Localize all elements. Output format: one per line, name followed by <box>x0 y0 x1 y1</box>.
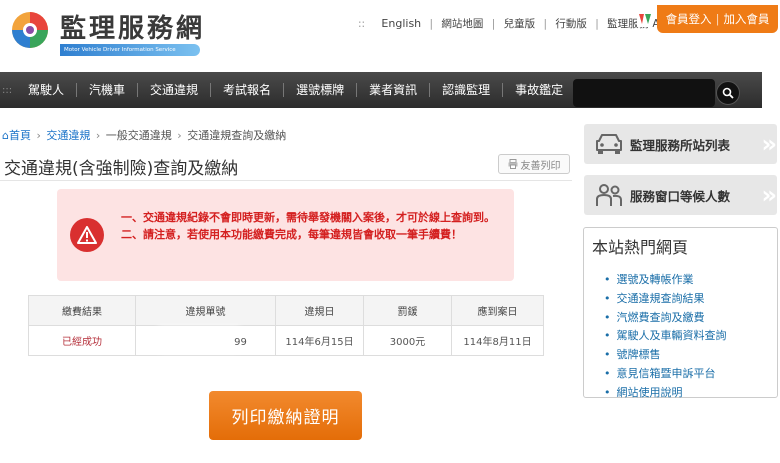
breadcrumb-current: 交通違規查詢及繳納 <box>187 129 287 142</box>
nav-item-exam[interactable]: 考試報名 <box>211 83 285 97</box>
link-mobile[interactable]: 行動版 <box>555 18 587 30</box>
hot-link-plate-auction[interactable]: 號牌標售 <box>604 346 777 365</box>
cell-payment-result: 已經成功 <box>28 325 136 356</box>
col-payment-result: 繳費結果 <box>28 295 136 326</box>
home-icon[interactable]: ⌂ <box>2 129 9 142</box>
warning-text: 一、交通違規紀錄不會即時更新，需待舉發機關入案後，才可於線上查詢到。 二、請注意… <box>121 209 506 243</box>
member-login-button[interactable]: 會員登入 <box>666 11 712 27</box>
warning-line-2: 二、請注意，若使用本功能繳費完成，每筆違規皆會收取一筆手續費！ <box>121 228 462 241</box>
chevron-right-icon: » <box>761 130 776 158</box>
title-divider <box>0 180 572 181</box>
car-icon <box>596 134 622 154</box>
hot-pages-list: 選號及轉帳作業 交通違規查詢結果 汽燃費查詢及繳費 駕駛人及車輛資料查詢 號牌標… <box>604 271 777 403</box>
cell-due-date: 114年8月11日 <box>451 325 544 356</box>
chevron-right-icon: » <box>761 181 776 209</box>
breadcrumb: ⌂首頁 › 交通違規 › 一般交通違規 › 交通違規查詢及繳納 <box>2 129 287 142</box>
grip-icon: :: <box>358 18 366 30</box>
queue-count-label: 服務窗口等候人數 <box>630 188 731 204</box>
search-icon <box>722 87 734 99</box>
table-header-row: 繳費結果 違規單號 違規日 罰鍰 應到案日 <box>28 295 544 326</box>
warning-icon <box>70 218 104 252</box>
hot-link-plate-selection[interactable]: 選號及轉帳作業 <box>604 271 777 290</box>
link-english[interactable]: English <box>381 17 421 30</box>
cell-ticket-number: 99 <box>135 325 276 356</box>
search-input[interactable] <box>573 79 715 107</box>
hot-link-violation-result[interactable]: 交通違規查詢結果 <box>604 290 777 309</box>
col-violation-date: 違規日 <box>275 295 364 326</box>
payment-result-table: 繳費結果 違規單號 違規日 罰鍰 應到案日 已經成功 99 114年6月15日 … <box>28 295 544 356</box>
breadcrumb-violation[interactable]: 交通違規 <box>46 129 90 142</box>
warning-line-1: 一、交通違規紀錄不會即時更新，需待舉發機關入案後，才可於線上查詢到。 <box>121 211 495 224</box>
page-title: 交通違規(含強制險)查詢及繳納 <box>4 159 239 179</box>
nav-item-plate[interactable]: 選號標牌 <box>284 83 358 97</box>
member-bar: 會員登入 | 加入會員 <box>657 5 778 33</box>
nav-item-about[interactable]: 認識監理 <box>430 83 504 97</box>
nav-item-violation[interactable]: 交通違規 <box>138 83 212 97</box>
hot-link-feedback[interactable]: 意見信箱暨申訴平台 <box>604 365 777 384</box>
join-member-button[interactable]: 加入會員 <box>723 11 769 27</box>
site-header: 監理服務網 Motor Vehicle Driver Information S… <box>0 0 780 70</box>
brand-subtitle: Motor Vehicle Driver Information Service <box>60 44 200 56</box>
hot-link-driver-vehicle-data[interactable]: 駕駛人及車輛資料查詢 <box>604 327 777 346</box>
printer-icon <box>508 159 517 169</box>
nav-item-vehicle[interactable]: 汽機車 <box>77 83 139 97</box>
queue-count-button[interactable]: 服務窗口等候人數 » <box>584 175 777 215</box>
hot-pages-title: 本站熱門網頁 <box>592 238 689 257</box>
table-row: 已經成功 99 114年6月15日 3000元 114年8月11日 <box>28 325 544 356</box>
search-button[interactable] <box>716 81 740 105</box>
brand-name[interactable]: 監理服務網 <box>60 8 205 45</box>
hot-pages-panel: 本站熱門網頁 選號及轉帳作業 交通違規查詢結果 汽燃費查詢及繳費 駕駛人及車輛資… <box>583 227 778 399</box>
warning-box: 一、交通違規紀錄不會即時更新，需待舉發機關入案後，才可於線上查詢到。 二、請注意… <box>57 189 514 281</box>
link-sitemap[interactable]: 網站地圖 <box>441 18 483 30</box>
print-friendly-button[interactable]: 友善列印 <box>498 154 570 174</box>
nav-item-business[interactable]: 業者資訊 <box>357 83 431 97</box>
nav-grip-icon: ::: <box>2 84 13 96</box>
redaction-mask <box>164 333 235 345</box>
hot-link-fuel-fee[interactable]: 汽燃費查詢及繳費 <box>604 309 777 328</box>
print-certificate-button[interactable]: 列印繳納證明 <box>209 391 362 440</box>
print-friendly-label: 友善列印 <box>520 160 561 172</box>
cell-fine: 3000元 <box>363 325 452 356</box>
nav-item-accident[interactable]: 事故鑑定 <box>503 83 575 97</box>
col-due-date: 應到案日 <box>451 295 544 326</box>
hot-link-usage-guide[interactable]: 網站使用說明 <box>604 384 777 403</box>
col-fine: 罰鍰 <box>363 295 452 326</box>
people-icon <box>596 184 622 206</box>
app-brand-icon[interactable] <box>637 11 653 27</box>
breadcrumb-general[interactable]: 一般交通違規 <box>106 129 172 142</box>
station-list-label: 監理服務所站列表 <box>630 137 731 153</box>
nav-item-driver[interactable]: 駕駛人 <box>16 83 78 97</box>
station-list-button[interactable]: 監理服務所站列表 » <box>584 124 777 164</box>
top-links: :: English | 網站地圖 | 兒童版 | 行動版 | 監理服務 APP <box>358 16 675 31</box>
col-ticket-number: 違規單號 <box>135 295 276 326</box>
cell-violation-date: 114年6月15日 <box>275 325 364 356</box>
breadcrumb-home[interactable]: 首頁 <box>9 129 31 142</box>
link-kids[interactable]: 兒童版 <box>504 18 536 30</box>
site-logo-icon[interactable] <box>8 8 52 52</box>
